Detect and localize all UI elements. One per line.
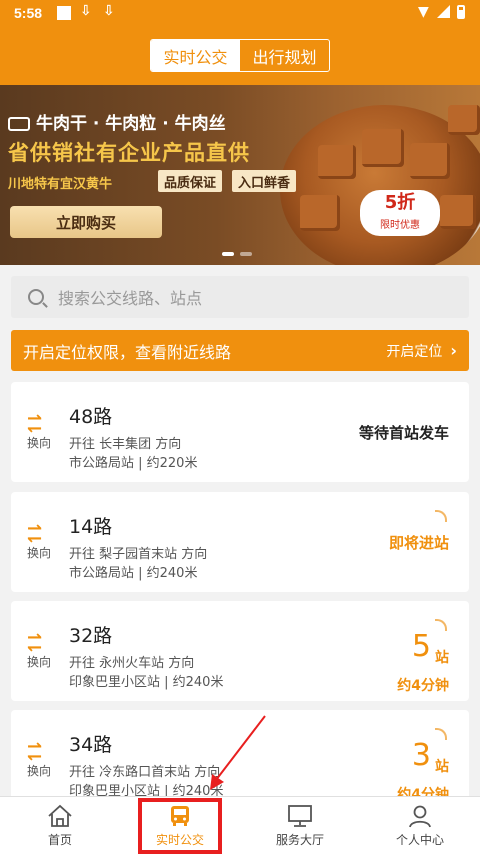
home-icon xyxy=(48,804,72,827)
nav-item-profile[interactable]: 个人中心 xyxy=(360,797,480,854)
nearest-stop: 市公路局站 | 约240米 xyxy=(69,566,198,581)
banner-subline: 川地特有宜汉黄牛 xyxy=(8,177,113,192)
location-prompt: 开启定位权限，查看附近线路 xyxy=(23,342,232,362)
route-direction: 开往 永州火车站 方向 xyxy=(69,656,195,671)
carousel-indicator xyxy=(222,252,252,256)
nav-label: 首页 xyxy=(47,832,72,847)
beef-cube xyxy=(448,105,480,135)
route-name: 34路 xyxy=(69,734,113,756)
enable-location-button[interactable]: 开启定位 › xyxy=(386,341,457,361)
beef-cube xyxy=(410,143,450,179)
nav-item-home[interactable]: 首页 xyxy=(0,797,120,854)
live-signal-icon xyxy=(435,619,447,631)
bus-line-card[interactable]: ⇀ ↽ 换向 48路 开往 长丰集团 方向 市公路局站 | 约220米 等待首站发… xyxy=(11,382,469,482)
nav-label: 实时公交 xyxy=(155,832,204,847)
stops-away-count: 5 xyxy=(411,629,431,664)
nav-item-service-hall[interactable]: 服务大厅 xyxy=(240,797,360,854)
status-bar: 5:58 ⇩ ⇩ ▼ xyxy=(0,0,480,28)
beef-cube xyxy=(300,195,340,231)
nav-item-realtime-bus[interactable]: 实时公交 xyxy=(120,797,240,854)
live-signal-icon xyxy=(435,728,447,740)
monitor-icon xyxy=(288,804,312,827)
beef-cube xyxy=(440,195,476,229)
beef-cube xyxy=(318,145,356,179)
bottom-nav: 首页 实时公交 服务大厅 个人中心 xyxy=(0,796,480,854)
swap-direction-label: 换向 xyxy=(27,546,52,560)
notification-icon xyxy=(57,6,71,20)
chevron-right-icon: › xyxy=(450,341,457,360)
person-icon xyxy=(409,805,431,827)
search-icon xyxy=(28,289,44,305)
tab-realtime-bus[interactable]: 实时公交 xyxy=(151,40,240,71)
bus-icon xyxy=(171,805,189,826)
banner-headline: 省供销社有企业产品直供 xyxy=(8,141,250,165)
swap-direction-icon[interactable]: ⇀ ↽ xyxy=(27,738,53,766)
route-direction: 开往 梨子园首末站 方向 xyxy=(69,547,208,562)
download-icon: ⇩ xyxy=(103,3,115,19)
promo-banner[interactable]: 牛肉干 · 牛肉粒 · 牛肉丝 省供销社有企业产品直供 川地特有宜汉黄牛 品质保… xyxy=(0,85,480,265)
arrival-status: 即将进站 xyxy=(388,534,449,552)
signal-icon xyxy=(437,5,450,18)
route-direction: 开往 长丰集团 方向 xyxy=(69,437,182,452)
discount-badge: 5折 限时优惠 xyxy=(360,190,440,236)
discount-value: 5折 xyxy=(384,192,416,213)
wifi-icon: ▼ xyxy=(418,4,429,20)
discount-label: 限时优惠 xyxy=(380,220,420,231)
download-icon: ⇩ xyxy=(80,3,92,19)
swap-direction-icon[interactable]: ⇀ ↽ xyxy=(27,629,53,657)
route-name: 32路 xyxy=(69,625,113,647)
battery-icon xyxy=(457,5,465,19)
bus-line-card[interactable]: ⇀ ↽ 换向 14路 开往 梨子园首末站 方向 市公路局站 | 约240米 即将进… xyxy=(11,492,469,592)
location-permission-bar[interactable]: 开启定位权限，查看附近线路 开启定位 › xyxy=(11,330,469,371)
enable-location-label: 开启定位 xyxy=(386,343,443,360)
swap-direction-label: 换向 xyxy=(27,436,52,450)
nearest-stop: 市公路局站 | 约220米 xyxy=(69,456,198,471)
banner-line1: 牛肉干 · 牛肉粒 · 牛肉丝 xyxy=(36,114,226,134)
arrival-status: 等待首站发车 xyxy=(358,424,449,442)
banner-tag-quality: 品质保证 xyxy=(158,170,223,192)
banner-tag-taste: 入口鲜香 xyxy=(232,170,297,192)
swap-direction-icon[interactable]: ⇀ ↽ xyxy=(27,520,53,548)
carousel-dot[interactable] xyxy=(240,252,252,256)
tshirt-icon xyxy=(8,117,30,131)
swap-direction-icon[interactable]: ⇀ ↽ xyxy=(27,410,53,438)
mode-switch: 实时公交 出行规划 xyxy=(150,39,330,72)
live-signal-icon xyxy=(435,510,447,522)
app-header: 5:58 ⇩ ⇩ ▼ 实时公交 出行规划 xyxy=(0,0,480,85)
arrival-eta: 约4分钟 xyxy=(397,678,449,694)
nav-label: 个人中心 xyxy=(395,832,444,847)
nav-label: 服务大厅 xyxy=(275,832,324,847)
bus-line-card[interactable]: ⇀ ↽ 换向 34路 开往 冷东路口首末站 方向 印象巴里小区站 | 约240米 … xyxy=(11,710,469,803)
stops-away-count: 3 xyxy=(411,738,431,773)
buy-now-button[interactable]: 立即购买 xyxy=(10,206,162,238)
route-direction: 开往 冷东路口首末站 方向 xyxy=(69,765,221,780)
search-input[interactable]: 搜索公交线路、站点 xyxy=(11,276,469,318)
carousel-dot[interactable] xyxy=(222,252,234,256)
stops-away-unit: 站 xyxy=(435,759,449,775)
stops-away-unit: 站 xyxy=(435,650,449,666)
beef-cube xyxy=(362,129,404,167)
swap-direction-label: 换向 xyxy=(27,764,52,778)
tab-trip-planning[interactable]: 出行规划 xyxy=(240,40,329,71)
search-placeholder: 搜索公交线路、站点 xyxy=(58,289,203,308)
route-name: 14路 xyxy=(69,516,113,538)
bus-line-card[interactable]: ⇀ ↽ 换向 32路 开往 永州火车站 方向 印象巴里小区站 | 约240米 5 … xyxy=(11,601,469,701)
status-time: 5:58 xyxy=(14,5,43,21)
route-name: 48路 xyxy=(69,406,113,428)
nearest-stop: 印象巴里小区站 | 约240米 xyxy=(69,675,224,690)
swap-direction-label: 换向 xyxy=(27,655,52,669)
